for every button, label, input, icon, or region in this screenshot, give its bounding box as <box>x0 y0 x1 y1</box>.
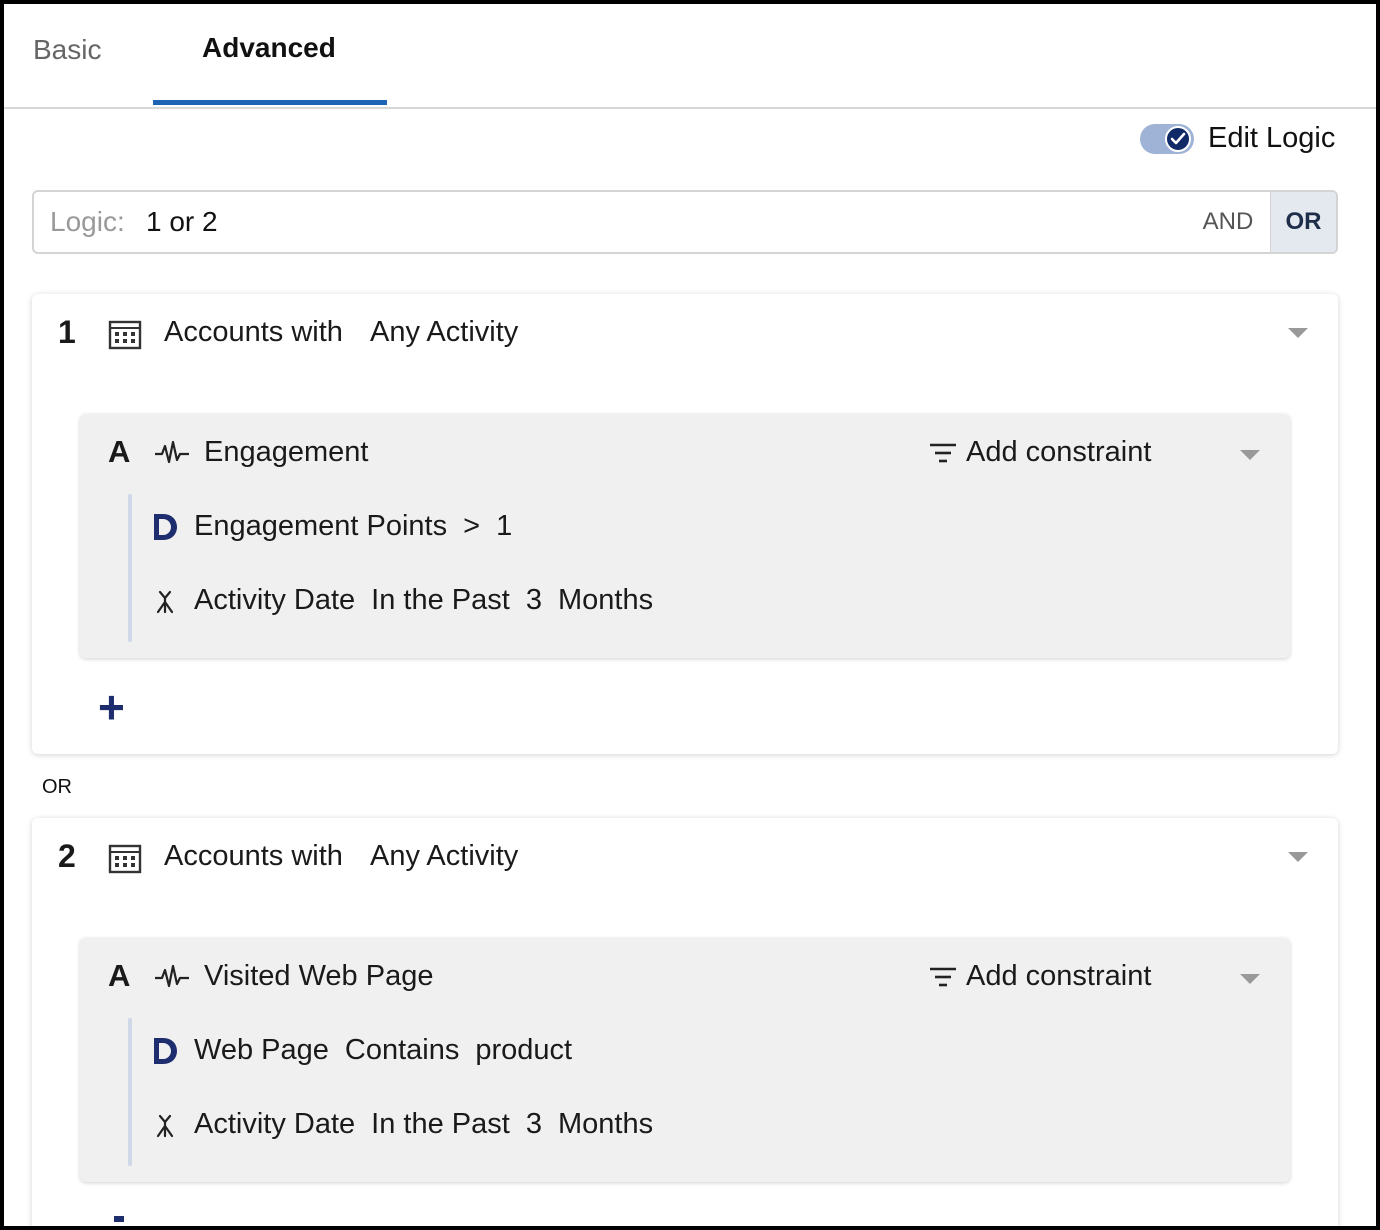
group-number: 1 <box>58 314 76 350</box>
constraint-unit[interactable]: Months <box>558 1108 653 1141</box>
logic-label: Logic: <box>50 206 125 237</box>
subfilter-name[interactable]: Engagement <box>204 436 368 469</box>
or-button[interactable]: OR <box>1270 192 1336 252</box>
constraint-value[interactable]: 3 <box>526 584 542 617</box>
add-constraint-button[interactable]: Add constraint <box>928 436 1151 469</box>
group-prefix: Accounts with <box>164 840 343 872</box>
add-constraint-button[interactable]: Add constraint <box>928 960 1151 993</box>
edit-logic-toggle[interactable] <box>1140 124 1194 154</box>
add-constraint-label: Add constraint <box>966 960 1152 992</box>
filter-group-2: 2 Accounts with Any Activity A Visited W… <box>32 818 1338 1226</box>
constraint-operator[interactable]: In the Past <box>371 1108 510 1141</box>
filter-group-1: 1 Accounts with Any Activity A Engagemen… <box>32 294 1338 754</box>
constraint-row: Activity Date In the Past 3 Months <box>148 1108 669 1141</box>
constraint-operator[interactable]: > <box>463 510 480 543</box>
add-constraint-label: Add constraint <box>966 436 1152 468</box>
constraint-operator[interactable]: Contains <box>345 1034 459 1067</box>
add-subfilter-button-partial[interactable] <box>114 1216 124 1222</box>
constraint-row: Activity Date In the Past 3 Months <box>148 584 669 617</box>
tab-advanced[interactable]: Advanced <box>202 32 336 64</box>
constraint-row: Engagement Points > 1 <box>148 510 528 543</box>
chevron-down-icon[interactable] <box>1240 450 1260 460</box>
tab-basic[interactable]: Basic <box>33 34 101 66</box>
constraint-unit[interactable]: Months <box>558 584 653 617</box>
d-icon <box>148 1035 182 1067</box>
chevron-down-icon[interactable] <box>1240 974 1260 984</box>
group-number: 2 <box>58 838 76 874</box>
building-icon <box>108 320 142 350</box>
branch-icon <box>148 1112 182 1138</box>
add-subfilter-button[interactable]: + <box>98 684 125 730</box>
pulse-icon <box>155 440 189 464</box>
subfilter-name[interactable]: Visited Web Page <box>204 960 433 993</box>
constraint-row: Web Page Contains product <box>148 1034 588 1067</box>
pulse-icon <box>155 964 189 988</box>
constraint-field[interactable]: Engagement Points <box>194 510 447 543</box>
constraint-field[interactable]: Activity Date <box>194 584 355 617</box>
and-button[interactable]: AND <box>1186 192 1270 252</box>
filter-icon <box>930 967 956 986</box>
constraint-value[interactable]: 3 <box>526 1108 542 1141</box>
filter-icon <box>930 443 956 462</box>
building-icon <box>108 844 142 874</box>
activity-selector[interactable]: Any Activity <box>370 316 518 349</box>
chevron-down-icon[interactable] <box>1288 328 1308 338</box>
logic-value[interactable]: 1 or 2 <box>146 206 218 238</box>
activity-selector[interactable]: Any Activity <box>370 840 518 873</box>
constraint-value[interactable]: 1 <box>496 510 512 543</box>
group-separator: OR <box>42 776 72 798</box>
constraint-field[interactable]: Activity Date <box>194 1108 355 1141</box>
edit-logic-label: Edit Logic <box>1208 122 1336 154</box>
constraint-value[interactable]: product <box>475 1034 572 1067</box>
subfilter-a: A Engagement Add constraint Engagement P… <box>80 414 1290 658</box>
logic-input[interactable]: Logic: 1 or 2 AND OR <box>32 190 1338 254</box>
subfilter-a: A Visited Web Page Add constraint Web Pa… <box>80 938 1290 1182</box>
chevron-down-icon[interactable] <box>1288 852 1308 862</box>
group-prefix: Accounts with <box>164 316 343 348</box>
advanced-filter-panel: Basic Advanced Edit Logic Logic: 1 or 2 … <box>0 0 1380 1230</box>
constraint-operator[interactable]: In the Past <box>371 584 510 617</box>
constraint-field[interactable]: Web Page <box>194 1034 329 1067</box>
tab-bar: Basic Advanced <box>4 4 1376 109</box>
active-tab-indicator <box>153 100 387 105</box>
constraint-divider <box>128 1018 132 1166</box>
check-icon <box>1165 126 1191 152</box>
d-icon <box>148 511 182 543</box>
subfilter-letter: A <box>108 434 131 469</box>
subfilter-letter: A <box>108 958 131 993</box>
constraint-divider <box>128 494 132 642</box>
branch-icon <box>148 588 182 614</box>
